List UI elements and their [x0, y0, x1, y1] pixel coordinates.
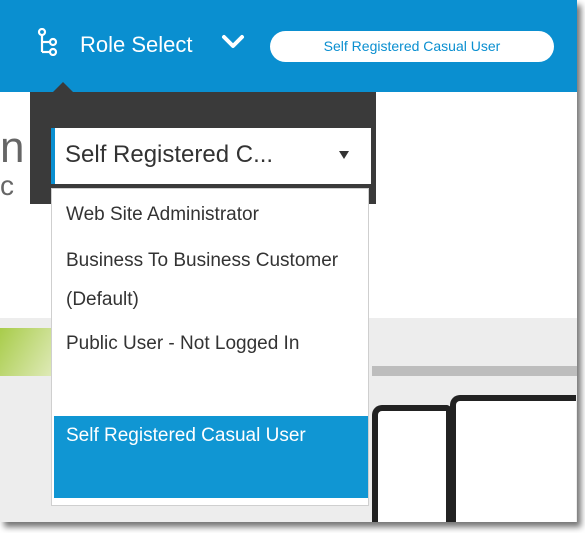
partial-subheading: c: [0, 170, 14, 201]
role-options-list: Web Site Administrator Business To Busin…: [51, 188, 369, 506]
role-option-public-user[interactable]: Public User - Not Logged In: [54, 324, 368, 404]
hero-image-tile: [450, 395, 576, 522]
hero-image-green-accent: [0, 328, 52, 376]
hero-image-tile: [372, 405, 452, 522]
role-select-dropdown[interactable]: Self Registered C...: [51, 128, 371, 184]
selected-role-value: Self Registered C...: [65, 141, 274, 168]
caret-down-icon: [339, 151, 349, 159]
hierarchy-icon: [37, 28, 58, 56]
top-bar: Role Select Self Registered Casual User: [0, 0, 577, 92]
role-select-label[interactable]: Role Select: [80, 32, 193, 58]
role-option-business-to-business-customer[interactable]: Business To Business Customer (Default): [54, 241, 368, 321]
role-option-self-registered-casual-user[interactable]: Self Registered Casual User: [54, 416, 368, 498]
chevron-down-icon[interactable]: [221, 34, 245, 50]
partial-heading: n: [0, 123, 25, 172]
role-option-web-site-administrator[interactable]: Web Site Administrator: [54, 195, 368, 237]
current-role-badge: Self Registered Casual User: [270, 31, 554, 62]
screenshot-frame: n c Role Select Self Registered Casual U…: [0, 0, 577, 522]
hero-image-tile-grout: [372, 366, 577, 376]
